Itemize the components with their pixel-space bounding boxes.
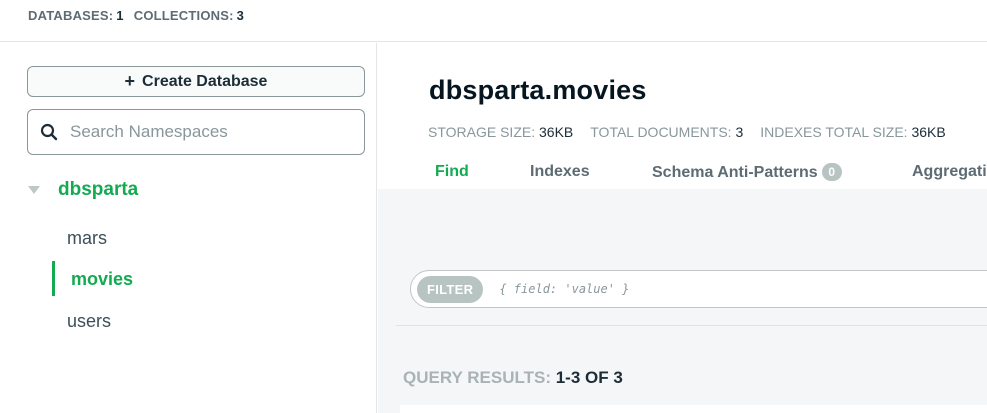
storage-size-label: STORAGE SIZE: [428, 124, 536, 140]
anti-patterns-count-badge: 0 [821, 163, 842, 181]
tab-find[interactable]: Find [435, 163, 469, 181]
query-results-count: 1-3 OF 3 [555, 368, 623, 387]
collection-item-users[interactable]: users [67, 311, 111, 332]
indexes-size-label: INDEXES TOTAL SIZE: [760, 124, 908, 140]
databases-count: 1 [116, 8, 124, 23]
search-namespaces-input[interactable] [70, 122, 350, 142]
collection-item-movies[interactable]: movies [71, 269, 133, 290]
tab-schema-anti-patterns-label: Schema Anti-Patterns [652, 164, 818, 181]
query-results-summary: QUERY RESULTS: 1-3 OF 3 [403, 368, 623, 388]
storage-size-value: 36KB [539, 124, 574, 140]
find-panel: FILTER QUERY RESULTS: 1-3 OF 3 [378, 189, 987, 413]
filter-label: FILTER [417, 275, 484, 303]
divider [396, 325, 987, 326]
collection-item-mars[interactable]: mars [67, 228, 107, 249]
create-database-label: Create Database [142, 72, 268, 90]
databases-label: DATABASES: [28, 8, 114, 23]
collection-tabs: Find Indexes Schema Anti-Patterns 0 Aggre… [378, 151, 987, 189]
caret-down-icon[interactable] [28, 186, 40, 194]
query-results-label: QUERY RESULTS: [403, 368, 551, 387]
sidebar: + Create Database dbsparta mars movies u… [0, 43, 377, 413]
database-name[interactable]: dbsparta [58, 179, 138, 201]
tab-aggregations[interactable]: Aggregati [912, 163, 987, 181]
result-document-card [400, 405, 987, 413]
collections-label: COLLECTIONS: [133, 8, 234, 23]
total-documents-value: 3 [735, 124, 744, 140]
collection-stats: STORAGE SIZE: 36KB TOTAL DOCUMENTS: 3 INDE… [428, 124, 946, 140]
plus-icon: + [124, 71, 136, 91]
total-documents-label: TOTAL DOCUMENTS: [590, 124, 732, 140]
top-bar: DATABASES: 1 COLLECTIONS: 3 [0, 0, 987, 42]
collection-view: dbsparta.movies STORAGE SIZE: 36KB TOTAL … [378, 43, 987, 413]
filter-bar[interactable]: FILTER [410, 270, 987, 308]
namespace-title: dbsparta.movies [429, 75, 647, 105]
instance-stats: DATABASES: 1 COLLECTIONS: 3 [28, 8, 244, 23]
search-icon [40, 123, 58, 141]
create-database-button[interactable]: + Create Database [27, 66, 365, 97]
indexes-size-value: 36KB [911, 124, 946, 140]
database-item-dbsparta[interactable]: dbsparta [28, 179, 138, 201]
active-indicator [52, 261, 55, 296]
collections-count: 3 [236, 8, 245, 23]
filter-input[interactable] [499, 282, 900, 296]
tab-indexes[interactable]: Indexes [530, 163, 590, 181]
tab-schema-anti-patterns[interactable]: Schema Anti-Patterns 0 [652, 163, 842, 182]
search-namespaces-field[interactable] [27, 109, 365, 155]
